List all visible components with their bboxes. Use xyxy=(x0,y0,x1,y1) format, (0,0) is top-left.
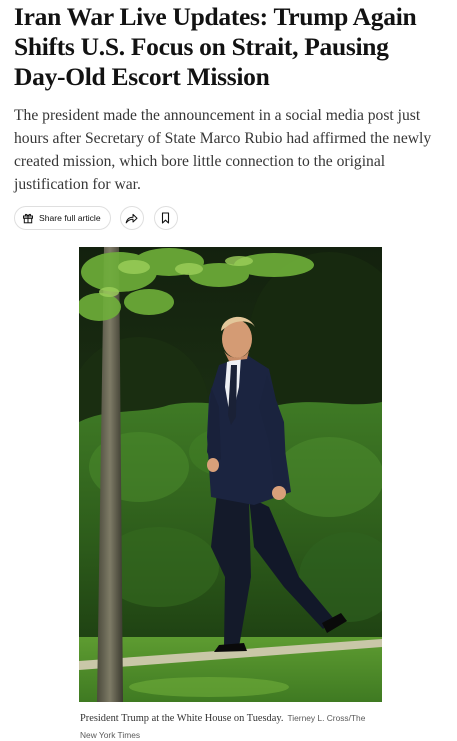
photo-caption-text: President Trump at the White House on Tu… xyxy=(80,713,284,724)
article-summary: The president made the announcement in a… xyxy=(14,107,432,193)
share-arrow-icon xyxy=(125,213,138,224)
gift-icon xyxy=(22,212,34,224)
photo-caption: President Trump at the White House on Tu… xyxy=(80,710,380,741)
share-full-article-label: Share full article xyxy=(39,213,101,223)
article-photo xyxy=(79,247,382,702)
share-full-article-button[interactable]: Share full article xyxy=(14,206,111,230)
bookmark-icon xyxy=(161,212,170,224)
article-toolbar: Share full article xyxy=(14,206,178,230)
article-headline: Iran War Live Updates: Trump Again Shift… xyxy=(14,2,417,91)
save-article-button[interactable] xyxy=(153,206,178,230)
share-button[interactable] xyxy=(119,206,144,230)
